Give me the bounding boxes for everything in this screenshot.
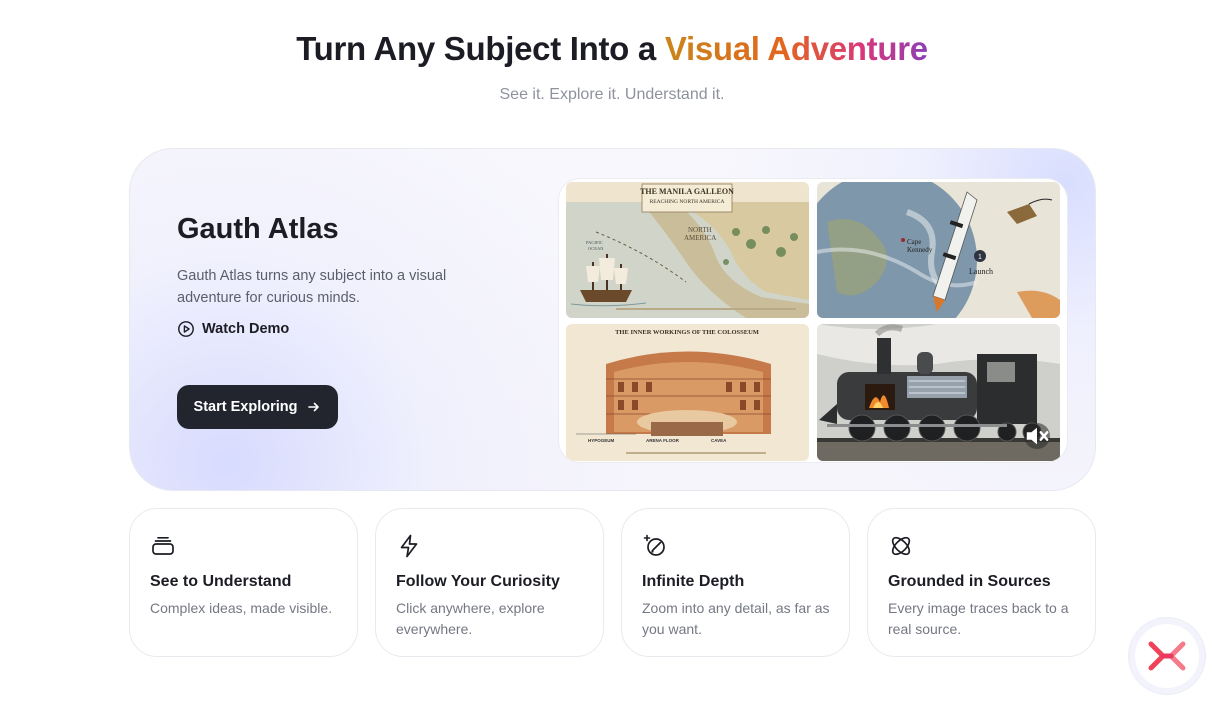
watch-demo-label: Watch Demo	[202, 321, 290, 337]
hero-title-prefix: Turn Any Subject Into a	[296, 30, 665, 67]
feature-description: Click anywhere, explore everywhere.	[396, 600, 545, 637]
start-exploring-label: Start Exploring	[193, 399, 298, 415]
gallery-tile-steam-locomotive[interactable]	[817, 324, 1060, 461]
diagram-label: ARENA FLOOR	[646, 438, 680, 443]
tile-title: THE MANILA GALLEON	[640, 187, 734, 196]
feature-card-follow-your-curiosity: Follow Your Curiosity Click anywhere, ex…	[375, 508, 604, 657]
orbit-icon	[891, 536, 911, 556]
diagram-label: CAVEA	[711, 438, 727, 443]
gallery-tile-rocket-launch[interactable]: Cape Kennedy 1 Launch	[817, 182, 1060, 318]
feature-title: See to Understand	[150, 573, 292, 590]
feature-description: Complex ideas, made visible.	[150, 600, 333, 616]
step-label: Launch	[969, 267, 993, 276]
preview-gallery: THE MANILA GALLEON REACHING NORTH AMERIC…	[558, 178, 1068, 463]
gauth-assistant-button-inner	[1135, 624, 1199, 688]
step-number: 1	[978, 254, 982, 261]
map-label: PACIFIC	[586, 240, 603, 245]
feature-title: Infinite Depth	[642, 573, 745, 590]
rocket-launch-illustration: Cape Kennedy 1 Launch	[817, 182, 1060, 318]
watch-demo-link[interactable]: Watch Demo	[177, 320, 289, 338]
lightning-icon	[400, 534, 418, 558]
colosseum-illustration: THE INNER WORKINGS OF THE COLOSSEUM HYPO…	[566, 324, 809, 461]
product-card: Gauth Atlas Gauth Atlas turns any subjec…	[129, 148, 1096, 491]
gauth-logo-icon	[1148, 641, 1186, 671]
feature-title: Grounded in Sources	[888, 573, 1051, 590]
start-exploring-button[interactable]: Start Exploring	[177, 385, 338, 429]
tile-title: THE INNER WORKINGS OF THE COLOSSEUM	[615, 329, 759, 336]
gauth-assistant-button[interactable]	[1128, 617, 1206, 695]
arrow-right-icon	[308, 402, 320, 412]
feature-card-grounded-in-sources: Grounded in Sources Every image traces b…	[867, 508, 1096, 657]
feature-card-see-to-understand: See to Understand Complex ideas, made vi…	[129, 508, 358, 657]
map-label: AMERICA	[684, 234, 716, 242]
diagram-label: HYPOGEUM	[588, 438, 615, 443]
feature-description: Zoom into any detail, as far as you want…	[642, 600, 830, 637]
tile-subtitle: REACHING NORTH AMERICA	[650, 199, 725, 205]
feature-title: Follow Your Curiosity	[396, 573, 560, 590]
play-circle-icon	[178, 321, 194, 337]
map-label: Cape	[907, 238, 921, 246]
gallery-tile-manila-galleon[interactable]: THE MANILA GALLEON REACHING NORTH AMERIC…	[566, 182, 809, 318]
map-label: NORTH	[688, 226, 712, 234]
map-label: Kennedy	[907, 246, 933, 254]
map-label: OCEAN	[588, 246, 604, 251]
gallery-tile-colosseum[interactable]: THE INNER WORKINGS OF THE COLOSSEUM HYPO…	[566, 324, 809, 461]
feature-description: Every image traces back to a real source…	[888, 600, 1069, 637]
layers-icon	[152, 536, 174, 555]
manila-galleon-illustration: THE MANILA GALLEON REACHING NORTH AMERIC…	[566, 182, 809, 318]
hero-title: Turn Any Subject Into a Visual Adventure	[0, 30, 1224, 68]
feature-card-infinite-depth: Infinite Depth Zoom into any detail, as …	[621, 508, 850, 657]
hero-title-accent: Visual Adventure	[664, 30, 928, 67]
product-description: Gauth Atlas turns any subject into a vis…	[177, 268, 447, 306]
product-name: Gauth Atlas	[177, 213, 339, 245]
mute-icon	[1026, 427, 1049, 445]
mute-button[interactable]	[1024, 423, 1050, 449]
sparkle-pen-icon	[643, 534, 665, 556]
hero-subtitle: See it. Explore it. Understand it.	[499, 86, 725, 103]
